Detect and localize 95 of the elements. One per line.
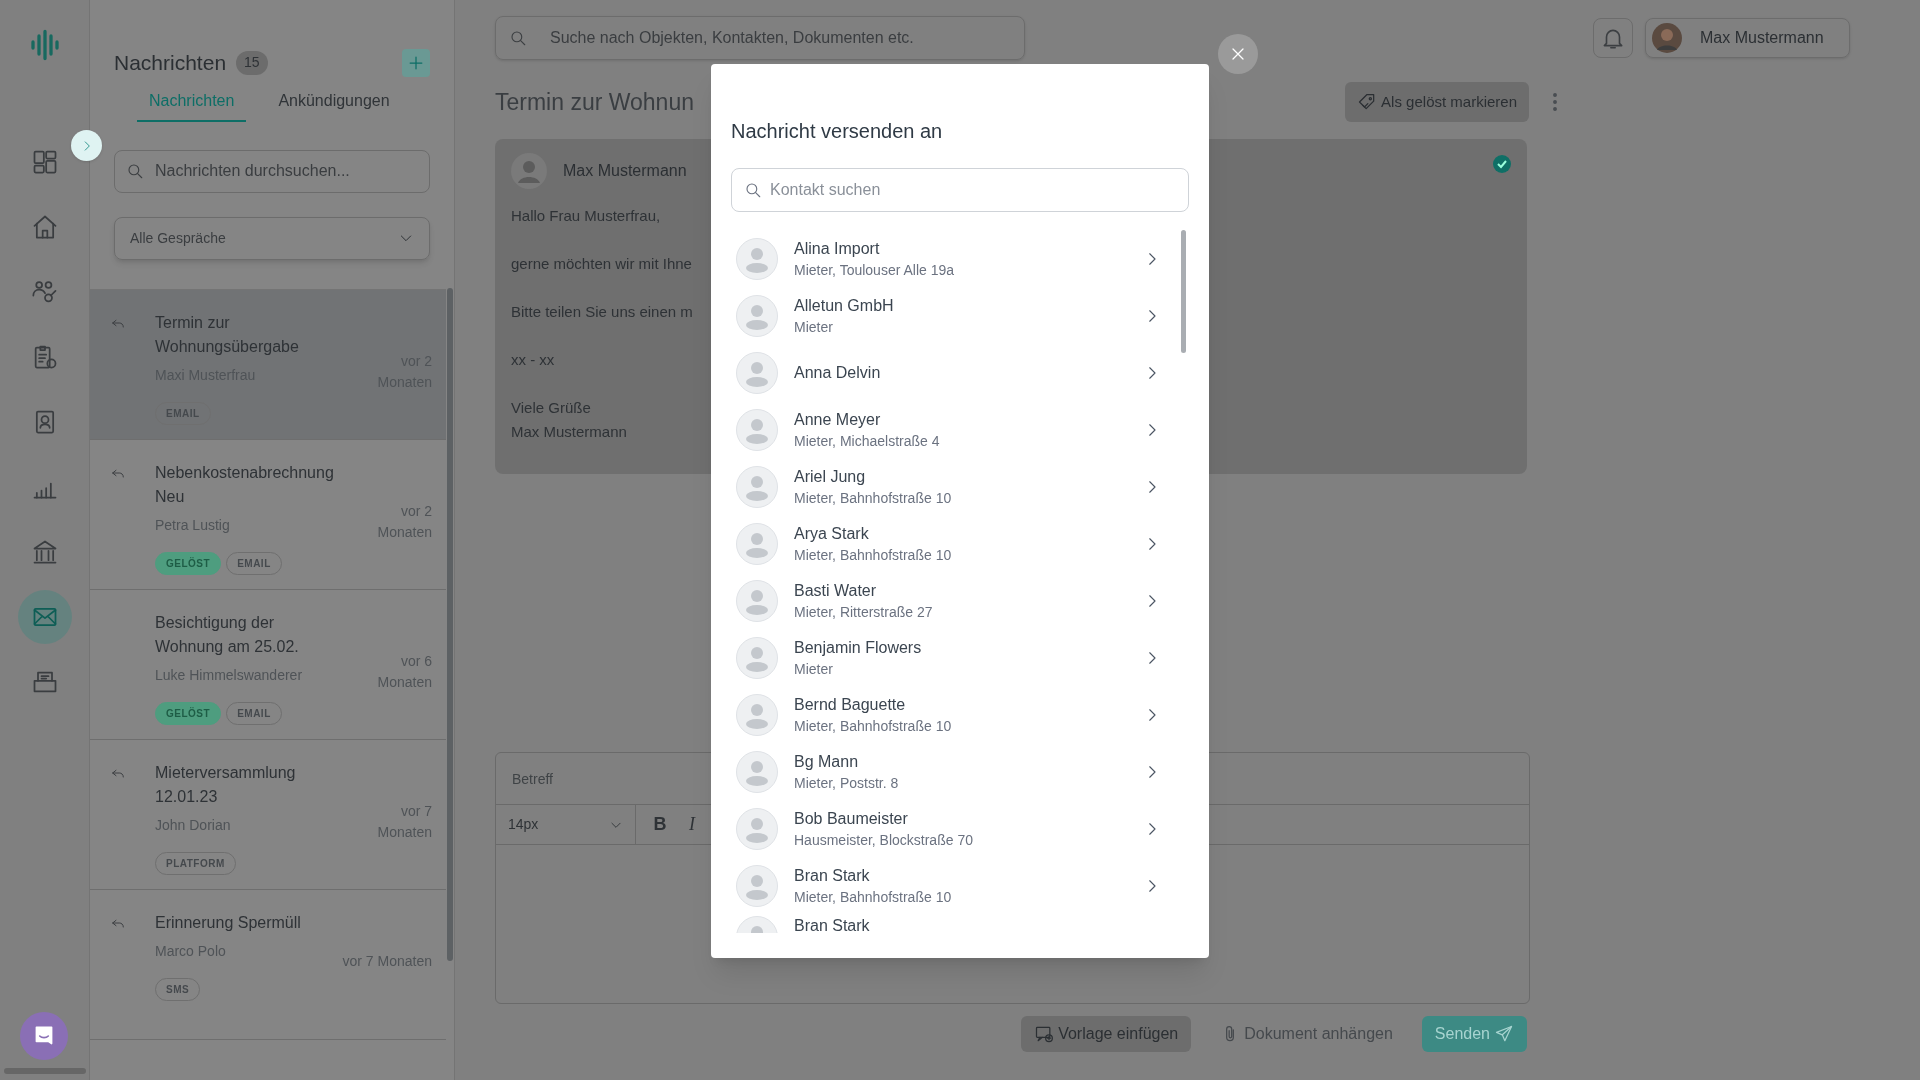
contact-detail: Mieter, Bahnhofstraße 10 bbox=[794, 488, 953, 508]
bold-button[interactable]: B bbox=[648, 811, 672, 838]
contact-name: Bran Stark bbox=[794, 865, 871, 886]
template-button[interactable]: Vorlage einfügen bbox=[1021, 1016, 1192, 1052]
contact-row[interactable]: Alletun GmbH Mieter bbox=[731, 287, 1189, 344]
contact-row[interactable]: Bg Mann Mieter, Poststr. 8 bbox=[731, 743, 1189, 800]
contact-name: Anna Delvin bbox=[794, 362, 882, 383]
avatar-icon bbox=[736, 351, 778, 394]
contact-row[interactable]: Anne Meyer Mieter, Michaelstraße 4 bbox=[731, 401, 1189, 458]
avatar-icon bbox=[736, 294, 778, 337]
notifications-button[interactable] bbox=[1593, 18, 1633, 58]
scrollbar-thumb[interactable] bbox=[4, 1068, 86, 1074]
contact-row[interactable]: Bernd Baguette Mieter, Bahnhofstraße 10 bbox=[731, 686, 1189, 743]
contact-detail: Mieter, Ritterstraße 27 bbox=[794, 602, 934, 622]
contact-name: Bob Baumeister bbox=[794, 808, 909, 829]
message-title: Erinnerung Spermüll bbox=[155, 912, 301, 933]
search-icon bbox=[126, 161, 144, 180]
contact-search-field[interactable]: Kontakt suchen bbox=[731, 168, 1189, 212]
avatar-icon bbox=[736, 807, 778, 850]
contact-name: Basti Water bbox=[794, 580, 878, 601]
contact-detail: Hausmeister, Blockstraße 70 bbox=[794, 830, 974, 850]
avatar-icon bbox=[736, 693, 778, 736]
thread-title: Termin zur Wohnun bbox=[495, 87, 694, 117]
avatar-icon bbox=[736, 864, 778, 907]
message-text: gerne möchten wir mit Ihne bbox=[511, 254, 692, 274]
avatar-icon bbox=[736, 522, 778, 565]
avatar-icon bbox=[736, 636, 778, 679]
contact-row[interactable]: Bob Baumeister Hausmeister, Blockstraße 70 bbox=[731, 800, 1189, 857]
contact-row[interactable]: Benjamin Flowers Mieter bbox=[731, 629, 1189, 686]
panel-title: Nachrichten bbox=[114, 50, 227, 76]
message-text: Viele Grüße Max Mustermann bbox=[511, 398, 627, 442]
message-title: Termin zur Wohnungsübergabe bbox=[155, 312, 300, 357]
contact-row[interactable]: Bran Stark Mieter, Bahnhofstraße 10 bbox=[731, 857, 1189, 914]
author-name: Max Mustermann bbox=[563, 161, 687, 181]
template-icon bbox=[1034, 1024, 1055, 1044]
contact-detail: Mieter bbox=[794, 317, 834, 337]
avatar-icon bbox=[736, 408, 778, 451]
avatar-icon bbox=[736, 237, 778, 280]
contact-name: Alina Import bbox=[794, 238, 881, 259]
global-search-field[interactable]: Suche nach Objekten, Kontakten, Dokumenten etc. bbox=[495, 16, 1025, 60]
contact-name: Bran Stark bbox=[794, 916, 871, 933]
font-size-select[interactable]: 14px bbox=[496, 805, 636, 844]
contact-name: Ariel Jung bbox=[794, 466, 867, 487]
attach-document-button[interactable]: Dokument anhängen bbox=[1207, 1016, 1406, 1052]
contact-name: Bg Mann bbox=[794, 751, 860, 772]
search-field[interactable]: Nachrichten durchsuchen... bbox=[114, 149, 430, 193]
user-menu-button[interactable]: Max Mustermann bbox=[1645, 18, 1850, 58]
close-button[interactable] bbox=[1218, 34, 1258, 74]
contact-detail: Mieter, Poststr. 8 bbox=[794, 773, 900, 793]
contact-row[interactable]: Bran Stark bbox=[731, 914, 1189, 933]
contact-name: Alletun GmbH bbox=[794, 295, 895, 316]
contact-row[interactable]: Arya Stark Mieter, Bahnhofstraße 10 bbox=[731, 515, 1189, 572]
avatar-icon bbox=[511, 153, 547, 189]
contact-detail: Mieter, Bahnhofstraße 10 bbox=[794, 887, 953, 907]
search-icon bbox=[744, 181, 762, 199]
avatar-icon bbox=[736, 465, 778, 508]
count-badge: 15 bbox=[236, 50, 268, 75]
contact-name: Arya Stark bbox=[794, 523, 870, 544]
contact-detail: Mieter, Toulouser Alle 19a bbox=[794, 260, 956, 280]
message-title: Besichtigung der Wohnung am 25.02. bbox=[155, 612, 300, 657]
contact-row[interactable]: Ariel Jung Mieter, Bahnhofstraße 10 bbox=[731, 458, 1189, 515]
contact-name: Bernd Baguette bbox=[794, 694, 907, 715]
chat-launcher-button[interactable] bbox=[20, 1012, 68, 1060]
send-icon bbox=[1494, 1024, 1514, 1044]
conversation-filter-dropdown[interactable]: Alle Gespräche bbox=[114, 216, 430, 260]
mark-resolved-button[interactable]: Als gelöst markieren bbox=[1345, 82, 1529, 122]
dialog-title: Nachricht versenden an bbox=[731, 119, 944, 144]
contact-row[interactable]: Alina Import Mieter, Toulouser Alle 19a bbox=[731, 230, 1189, 287]
message-text: xx - xx bbox=[511, 350, 555, 370]
contact-detail: Mieter bbox=[794, 659, 834, 679]
italic-button[interactable]: I bbox=[680, 811, 704, 838]
contact-name: Anne Meyer bbox=[794, 409, 882, 430]
message-text: Hallo Frau Musterfrau, bbox=[511, 206, 661, 226]
contact-row[interactable]: Anna Delvin bbox=[731, 344, 1189, 401]
status-tag: GELÖST bbox=[155, 701, 222, 725]
mail-nav-button[interactable] bbox=[17, 590, 72, 644]
user-avatar-icon bbox=[1652, 23, 1682, 53]
search-icon bbox=[509, 29, 527, 47]
scrollbar-thumb[interactable] bbox=[447, 288, 453, 961]
message-text: Bitte teilen Sie uns einen m bbox=[511, 302, 693, 322]
message-title: Mieterversammlung 12.01.23 bbox=[155, 762, 297, 807]
contact-detail: Mieter, Michaelstraße 4 bbox=[794, 431, 941, 451]
send-button[interactable]: Senden bbox=[1421, 1016, 1527, 1052]
message-title: Nebenkostenabrechnung Neu bbox=[155, 462, 335, 507]
contact-row[interactable]: Basti Water Mieter, Ritterstraße 27 bbox=[731, 572, 1189, 629]
avatar-icon bbox=[736, 579, 778, 622]
avatar-icon bbox=[736, 750, 778, 793]
tab[interactable]: Ankündigungen bbox=[266, 88, 402, 122]
contact-detail: Mieter, Bahnhofstraße 10 bbox=[794, 545, 953, 565]
expand-sidebar-button[interactable] bbox=[71, 130, 102, 161]
scrollbar-thumb[interactable] bbox=[1181, 230, 1186, 353]
new-message-button[interactable] bbox=[402, 48, 430, 77]
contact-detail: Mieter, Bahnhofstraße 10 bbox=[794, 716, 953, 736]
contact-name: Benjamin Flowers bbox=[794, 637, 923, 658]
status-tag: GELÖST bbox=[155, 551, 222, 575]
